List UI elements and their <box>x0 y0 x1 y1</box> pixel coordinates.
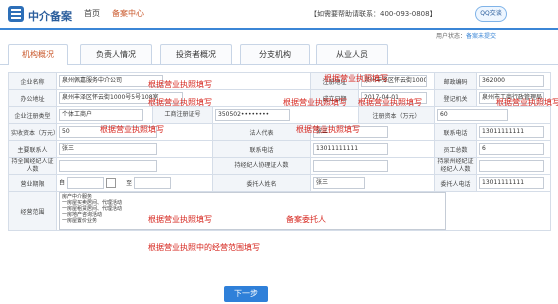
term-to-input[interactable] <box>134 177 172 189</box>
contact-phone-label: 联系电话 <box>434 123 478 141</box>
institution-form: 企业名称 泉州佩嘉服务中介公司 注册地址 泉州丰泽区怀云街1000号 邮政编码 … <box>8 72 552 231</box>
agent-name-label: 委托人姓名 <box>211 174 312 192</box>
hint-reg-authority: 根据营业执照填写 <box>358 98 422 107</box>
tab-principal-info[interactable]: 负责人情况 <box>80 44 152 64</box>
reg-number-label: 工商注册证号 <box>152 106 213 124</box>
agent-name-input[interactable]: 张三 <box>313 177 365 189</box>
hint-term: 根据营业执照填写 <box>148 215 212 224</box>
phone-input[interactable]: 13011111111 <box>313 143 389 155</box>
qq-chat-label: QQ交谈 <box>480 10 502 17</box>
tab-branches[interactable]: 分支机构 <box>240 44 310 64</box>
hint-enterprise-type: 根据营业执照填写 <box>100 125 164 134</box>
main-contact-input[interactable]: 张三 <box>59 143 157 155</box>
reg-authority-label: 登记机关 <box>434 89 478 107</box>
hint-company-name: 根据营业执照填写 <box>148 80 212 89</box>
agent-phone-input[interactable]: 13011111111 <box>479 177 544 189</box>
phone-label: 联系电话 <box>211 140 312 158</box>
reg-capital-input[interactable]: 60 <box>437 109 508 121</box>
hint-found-date: 根据营业执照填写 <box>283 98 347 107</box>
assoc-broker-label: 持经纪人协理证人数 <box>211 157 312 175</box>
qq-chat-button[interactable]: QQ交谈 <box>475 6 507 22</box>
hotline-text: 【如需要帮助请联系：400-093-0808】 <box>310 10 437 18</box>
nav-filing-center[interactable]: 备案中心 <box>112 8 144 19</box>
user-status-label: 用户状态： <box>436 33 467 40</box>
assoc-broker-input[interactable] <box>313 160 389 172</box>
tab-investor-overview[interactable]: 投资者概况 <box>160 44 232 64</box>
hint-postcode: 根据营业执照填写 <box>496 98 558 107</box>
hint-scope: 根据营业执照中的经营范围填写 <box>148 243 260 252</box>
agent-phone-label: 委托人电话 <box>434 174 478 192</box>
tab-bar: 机构概况 负责人情况 投资者概况 分支机构 从业人员 <box>0 44 558 65</box>
enterprise-type-label: 企业注册类型 <box>8 106 57 124</box>
hint-office-address: 根据营业执照填写 <box>148 98 212 107</box>
tab-staff[interactable]: 从业人员 <box>316 44 388 64</box>
hint-reg-address: 根据营业执照填写 <box>324 74 388 83</box>
scope-textarea[interactable]: 房产中介服务 一房屋买卖居间、代理活动 一房屋租赁居间、代理活动 一房地产咨询活… <box>59 192 447 230</box>
logo-icon <box>8 6 24 22</box>
postcode-label: 邮政编码 <box>434 72 478 90</box>
user-status: 用户状态：备案未提交 <box>436 31 496 40</box>
user-status-value: 备案未提交 <box>466 33 497 40</box>
postcode-input[interactable]: 362000 <box>479 75 544 87</box>
top-bar: 中介备案 首页 备案中心 【如需要帮助请联系：400-093-0808】 QQ交… <box>0 0 558 30</box>
hint-reg-number: 根据营业执照填写 <box>296 125 360 134</box>
staff-count-label: 员工总数 <box>434 140 478 158</box>
province-cert-label: 持泉州经纪证经纪人人数 <box>434 157 478 175</box>
brand-title: 中介备案 <box>28 10 72 23</box>
certified-broker-label: 持全国经纪人证人数 <box>8 157 57 175</box>
term-to-prefix: 至 <box>126 179 133 187</box>
enterprise-type-select[interactable]: 个体工商户 <box>59 109 144 121</box>
scope-label: 经营范围 <box>8 191 57 231</box>
company-name-label: 企业名称 <box>8 72 57 90</box>
term-from-input[interactable] <box>66 177 105 189</box>
next-step-button[interactable]: 下一步 <box>224 286 268 302</box>
reg-capital-label: 注册资本（万元） <box>358 106 436 124</box>
staff-count-input[interactable]: 6 <box>479 143 544 155</box>
reg-number-input[interactable]: 350502•••••••• <box>215 109 290 121</box>
term-from-prefix: 自 <box>59 179 66 187</box>
calendar-icon[interactable] <box>106 178 117 188</box>
nav-home[interactable]: 首页 <box>84 8 100 19</box>
hint-agent: 备案委托人 <box>286 215 326 224</box>
main-contact-label: 主要联系人 <box>8 140 57 158</box>
certified-broker-input[interactable] <box>59 160 157 172</box>
contact-phone-input[interactable]: 13011111111 <box>479 126 544 138</box>
paid-capital-label: 实收资本（万元） <box>8 123 57 141</box>
term-label: 营业期限 <box>8 174 57 192</box>
tab-institution-overview[interactable]: 机构概况 <box>8 44 68 65</box>
office-address-label: 办公地址 <box>8 89 57 107</box>
province-cert-input[interactable] <box>479 160 544 172</box>
